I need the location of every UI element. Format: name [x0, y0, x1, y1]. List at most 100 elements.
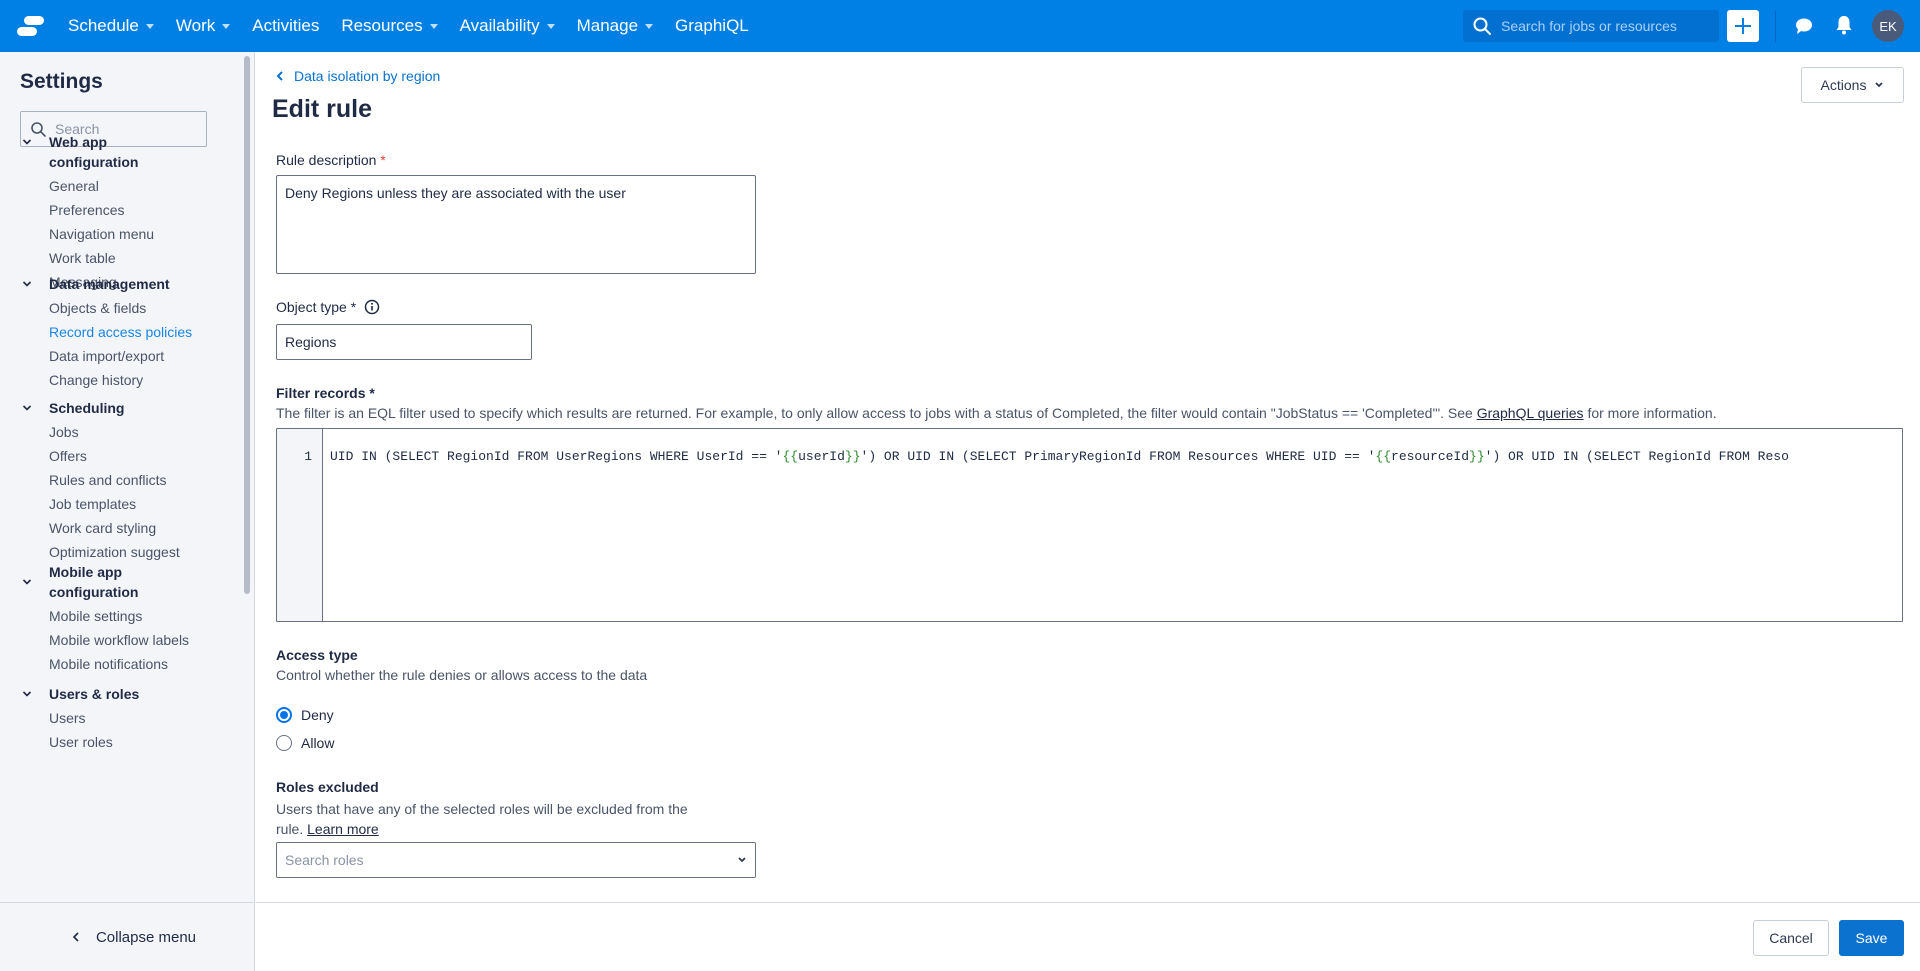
global-search-input[interactable]: [1501, 18, 1711, 34]
breadcrumb-label: Data isolation by region: [294, 68, 441, 84]
sidebar-section-header[interactable]: Web app configuration: [0, 132, 250, 172]
object-type-label-text: Object type *: [276, 299, 357, 315]
template-brace: {{: [782, 449, 799, 464]
access-type-radio-allow[interactable]: Allow: [276, 735, 334, 751]
chevron-left-icon: [72, 932, 79, 942]
nav-item-label: Resources: [341, 16, 423, 35]
rule-description-textarea[interactable]: [276, 175, 756, 274]
sidebar-item-navigation-menu[interactable]: Navigation menu: [49, 222, 250, 246]
page-title: Edit rule: [272, 95, 373, 123]
actions-button[interactable]: Actions: [1801, 67, 1904, 103]
caret-down-icon: [429, 23, 438, 29]
create-new-button[interactable]: [1727, 10, 1759, 42]
roles-help-line2: rule.: [276, 821, 308, 837]
main-nav: Schedule Work Activities Resources Availabil…: [68, 16, 771, 36]
sidebar-section-header[interactable]: Users & roles: [0, 684, 250, 704]
sidebar-section-header[interactable]: Scheduling: [0, 398, 250, 418]
template-brace: {{: [1375, 449, 1392, 464]
sidebar-item-data-import-export[interactable]: Data import/export: [49, 344, 250, 368]
sidebar-section-header[interactable]: Mobile app configuration: [0, 562, 250, 602]
nav-item-label: Work: [175, 16, 216, 35]
sidebar-title: Settings: [20, 70, 103, 93]
sidebar-item-user-roles[interactable]: User roles: [49, 730, 250, 754]
sidebar-item-mobile-workflow-labels[interactable]: Mobile workflow labels: [49, 628, 250, 652]
caret-down-icon: [546, 23, 555, 29]
main-content: Data isolation by region Edit rule Actio…: [256, 52, 1920, 902]
sidebar-section: Data management Objects & fields Record ac…: [0, 274, 250, 392]
code-token: ') OR UID IN (SELECT RegionId FROM Reso: [1484, 449, 1789, 464]
filter-records-label: Filter records *: [276, 385, 375, 401]
global-search[interactable]: [1463, 10, 1719, 42]
code-token: userId: [798, 449, 845, 464]
access-type-help: Control whether the rule denies or allow…: [276, 667, 648, 683]
cancel-button[interactable]: Cancel: [1753, 920, 1829, 956]
sidebar-section-label: Data management: [49, 276, 170, 292]
radio-allow[interactable]: [276, 735, 292, 751]
sidebar-item-objects-fields[interactable]: Objects & fields: [49, 296, 250, 320]
nav-item-resources[interactable]: Resources: [341, 16, 438, 36]
chevron-down-icon: [22, 398, 46, 418]
nav-item-manage[interactable]: Manage: [577, 16, 654, 36]
roles-help-line1: Users that have any of the selected role…: [276, 801, 688, 817]
sidebar-scroll-area: Settings Web app configuration GeneralPre…: [0, 52, 254, 902]
chevron-down-icon[interactable]: [737, 856, 747, 864]
sidebar-section-header[interactable]: Data management: [0, 274, 250, 294]
sidebar-item-work-table[interactable]: Work table: [49, 246, 250, 270]
sidebar-footer: Collapse menu: [0, 902, 254, 971]
sidebar-item-work-card-styling[interactable]: Work card styling: [49, 516, 250, 540]
nav-item-schedule[interactable]: Schedule: [68, 16, 154, 36]
nav-item-work[interactable]: Work: [175, 16, 231, 36]
object-type-label: Object type *: [276, 299, 380, 315]
sidebar-item-optimization-suggest[interactable]: Optimization suggest: [49, 540, 250, 564]
sidebar-item-rules-and-conflicts[interactable]: Rules and conflicts: [49, 468, 250, 492]
collapse-menu-button[interactable]: Collapse menu: [72, 929, 196, 946]
info-icon[interactable]: [364, 299, 380, 315]
sidebar-item-general[interactable]: General: [49, 174, 250, 198]
filter-help-suffix: for more information.: [1583, 405, 1717, 421]
learn-more-link[interactable]: Learn more: [307, 821, 379, 837]
sidebar-item-mobile-settings[interactable]: Mobile settings: [49, 604, 250, 628]
caret-down-icon: [645, 23, 654, 29]
sidebar-item-mobile-notifications[interactable]: Mobile notifications: [49, 652, 250, 676]
code-token: resourceId: [1391, 449, 1470, 464]
nav-item-label: GraphiQL: [675, 16, 749, 35]
caret-down-icon: [145, 23, 154, 29]
app-logo-icon[interactable]: [16, 13, 46, 39]
filter-code-editor[interactable]: 1 UID IN (SELECT RegionId FROM UserRegio…: [276, 428, 1903, 622]
sidebar-scrollbar[interactable]: [244, 56, 250, 594]
radio-allow-label: Allow: [301, 735, 335, 751]
settings-sidebar: Settings Web app configuration GeneralPre…: [0, 52, 255, 971]
radio-deny-label: Deny: [301, 707, 334, 723]
graphql-queries-link[interactable]: GraphQL queries: [1477, 405, 1584, 421]
chevron-left-icon: [276, 71, 283, 81]
sidebar-item-offers[interactable]: Offers: [49, 444, 250, 468]
radio-deny[interactable]: [276, 707, 292, 723]
save-button[interactable]: Save: [1839, 920, 1904, 956]
roles-search-input[interactable]: [285, 852, 705, 868]
sidebar-item-preferences[interactable]: Preferences: [49, 198, 250, 222]
filter-code-line[interactable]: UID IN (SELECT RegionId FROM UserRegions…: [323, 429, 1902, 621]
sidebar-item-record-access-policies[interactable]: Record access policies: [49, 320, 250, 344]
roles-select[interactable]: [276, 842, 756, 878]
notifications-bell-icon[interactable]: [1833, 14, 1855, 36]
access-type-label: Access type: [276, 647, 358, 663]
template-brace: }}: [1469, 449, 1485, 464]
object-type-input[interactable]: [276, 324, 532, 360]
nav-item-activities[interactable]: Activities: [252, 16, 319, 36]
code-token: ') OR UID IN (SELECT PrimaryRegionId FRO…: [860, 449, 1376, 464]
nav-item-graphiql[interactable]: GraphiQL: [675, 16, 749, 36]
chat-icon[interactable]: [1793, 15, 1815, 37]
sidebar-section: Scheduling Jobs Offers Rules and conflicts J…: [0, 398, 250, 564]
access-type-radio-deny[interactable]: Deny: [276, 707, 334, 723]
nav-item-availability[interactable]: Availability: [460, 16, 555, 36]
sidebar-section: Mobile app configuration Mobile settings M…: [0, 562, 250, 676]
sidebar-item-job-templates[interactable]: Job templates: [49, 492, 250, 516]
nav-item-label: Schedule: [68, 16, 139, 35]
sidebar-item-change-history[interactable]: Change history: [49, 368, 250, 392]
rule-description-label: Rule description *: [276, 152, 386, 168]
breadcrumb-back-link[interactable]: Data isolation by region: [276, 68, 440, 84]
user-avatar[interactable]: EK: [1872, 10, 1904, 42]
sidebar-section-label: Web app configuration: [49, 134, 139, 170]
sidebar-item-users[interactable]: Users: [49, 706, 250, 730]
sidebar-item-jobs[interactable]: Jobs: [49, 420, 250, 444]
